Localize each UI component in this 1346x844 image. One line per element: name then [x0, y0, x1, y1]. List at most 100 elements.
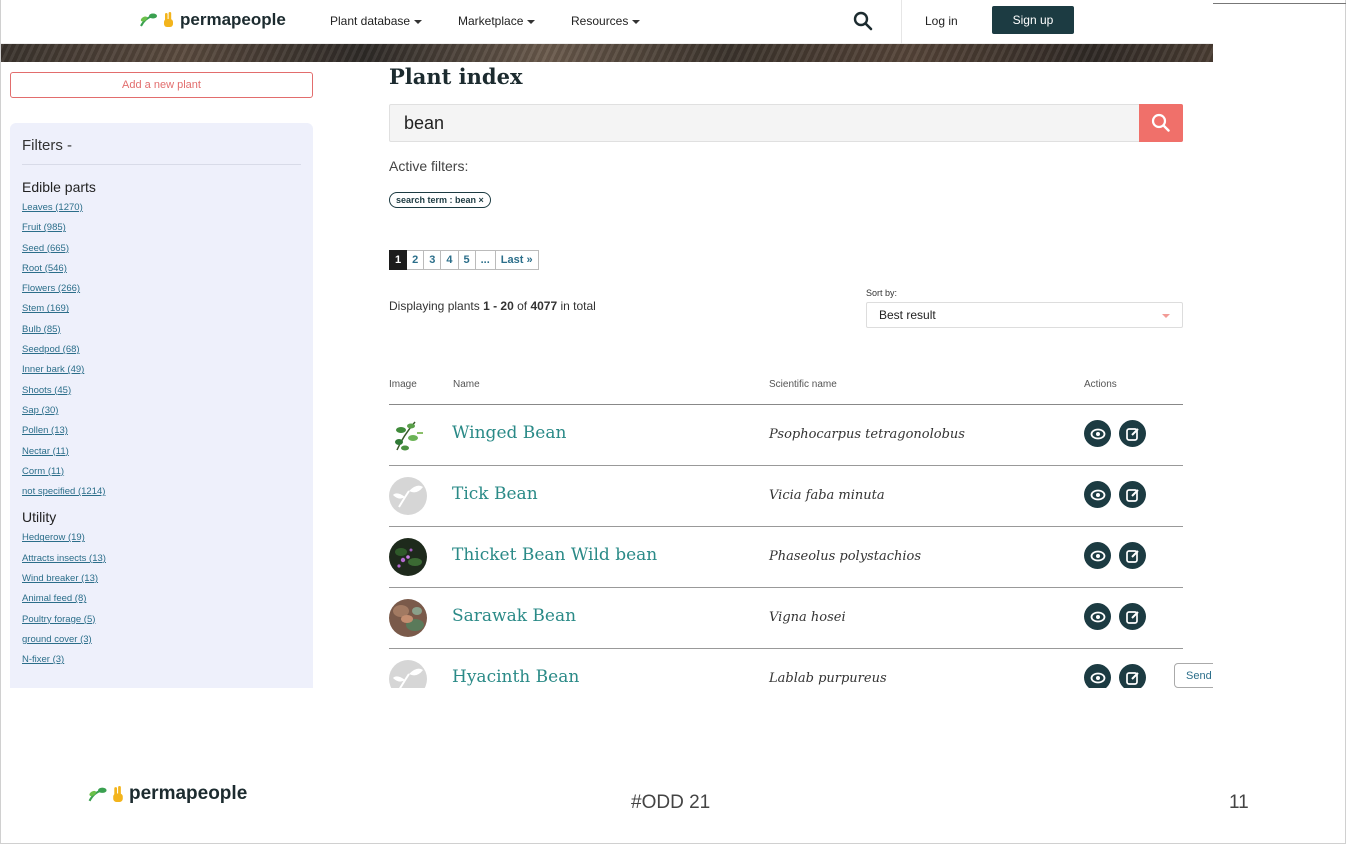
plant-photo-icon — [395, 421, 423, 451]
eye-icon — [1090, 672, 1105, 683]
plant-thumbnail[interactable] — [389, 477, 427, 515]
login-link[interactable]: Log in — [925, 14, 958, 28]
plant-thumbnail[interactable] — [389, 538, 427, 576]
filter-link[interactable]: Corm (11) — [22, 466, 301, 486]
peace-hand-icon — [164, 12, 173, 27]
scientific-name: Vigna hosei — [769, 610, 846, 625]
edit-button[interactable] — [1119, 603, 1146, 630]
chevron-down-icon — [632, 20, 641, 24]
edit-button[interactable] — [1119, 664, 1146, 688]
search-icon[interactable] — [853, 11, 873, 31]
sprout-icon — [88, 787, 107, 801]
table-row: Hyacinth Bean Lablab purpureus — [389, 649, 1183, 688]
page-4[interactable]: 4 — [441, 250, 459, 270]
top-navbar: permapeople Plant database Marketplace R… — [1, 0, 1213, 44]
column-header-name: Name — [453, 379, 480, 390]
filter-link[interactable]: Flowers (266) — [22, 283, 301, 303]
view-button[interactable] — [1084, 664, 1111, 688]
filter-link[interactable]: N-fixer (3) — [22, 654, 301, 674]
column-header-actions: Actions — [1084, 379, 1117, 390]
filter-chip[interactable]: search term : bean × — [389, 192, 491, 208]
search-icon — [1151, 113, 1170, 132]
filter-link[interactable]: Leaves (1270) — [22, 202, 301, 222]
results-total: 4077 — [530, 299, 558, 313]
edit-icon — [1125, 610, 1139, 624]
column-header-image: Image — [389, 379, 417, 390]
page-last[interactable]: Last » — [495, 250, 539, 270]
edit-button[interactable] — [1119, 542, 1146, 569]
filter-link[interactable]: Shoots (45) — [22, 385, 301, 405]
chevron-down-icon — [1162, 314, 1170, 318]
filter-link[interactable]: Root (546) — [22, 263, 301, 283]
filter-link[interactable]: Fruit (985) — [22, 222, 301, 242]
slide-top-rule — [1213, 3, 1346, 4]
filter-link[interactable]: Bulb (85) — [22, 324, 301, 344]
filter-link[interactable]: Seedpod (68) — [22, 344, 301, 364]
nav-plant-database[interactable]: Plant database — [330, 14, 423, 28]
filter-link[interactable]: Poultry forage (5) — [22, 614, 301, 634]
page-2[interactable]: 2 — [407, 250, 425, 270]
plant-name-link[interactable]: Tick Bean — [452, 484, 538, 504]
brand-logo[interactable]: permapeople — [139, 10, 286, 30]
plant-name-link[interactable]: Hyacinth Bean — [452, 667, 579, 687]
plant-name-link[interactable]: Sarawak Bean — [452, 606, 576, 626]
filters-panel: Filters - Edible parts Leaves (1270) Fru… — [10, 123, 313, 688]
view-button[interactable] — [1084, 542, 1111, 569]
filter-link[interactable]: not specified (1214) — [22, 486, 301, 506]
add-plant-button[interactable]: Add a new plant — [10, 72, 313, 98]
nav-label: Plant database — [330, 14, 411, 28]
nav-label: Resources — [571, 14, 629, 28]
footer-brand-logo: permapeople — [87, 783, 247, 805]
filter-link[interactable]: Attracts insects (13) — [22, 553, 301, 573]
edit-button[interactable] — [1119, 420, 1146, 447]
table-row: Tick Bean Vicia faba minuta — [389, 466, 1183, 527]
filter-link[interactable]: ground cover (3) — [22, 634, 301, 654]
sprout-placeholder-icon — [393, 668, 423, 688]
edit-icon — [1125, 427, 1139, 441]
filter-link[interactable]: Pollen (13) — [22, 425, 301, 445]
filter-link[interactable]: Seed (665) — [22, 243, 301, 263]
plant-photo-icon — [393, 605, 424, 631]
page-3[interactable]: 3 — [424, 250, 442, 270]
results-of: of — [513, 299, 531, 313]
active-filters-label: Active filters: — [389, 158, 469, 174]
footer-brand-name: permapeople — [129, 783, 248, 804]
chevron-down-icon — [527, 20, 536, 24]
results-prefix: Displaying plants — [389, 299, 484, 313]
send-feedback-button[interactable]: Send — [1174, 663, 1213, 688]
filter-link[interactable]: Hedgerow (19) — [22, 532, 301, 552]
filter-link[interactable]: Nectar (11) — [22, 446, 301, 466]
plant-thumbnail[interactable] — [389, 599, 427, 637]
filter-link[interactable]: Wind breaker (13) — [22, 573, 301, 593]
filter-link[interactable]: Sap (30) — [22, 405, 301, 425]
search-input[interactable] — [390, 105, 1140, 141]
results-range: 1 - 20 — [483, 299, 514, 313]
page-5[interactable]: 5 — [458, 250, 476, 270]
filters-toggle[interactable]: Filters - — [22, 137, 301, 165]
utility-heading: Utility — [22, 509, 57, 526]
plant-name-link[interactable]: Winged Bean — [452, 423, 566, 443]
plant-name-link[interactable]: Thicket Bean Wild bean — [452, 545, 657, 565]
view-button[interactable] — [1084, 481, 1111, 508]
sprout-icon — [140, 13, 157, 27]
signup-button[interactable]: Sign up — [992, 6, 1074, 34]
page-1[interactable]: 1 — [389, 250, 408, 270]
sort-label: Sort by: — [866, 288, 898, 298]
plant-thumbnail[interactable] — [389, 660, 427, 688]
edit-icon — [1125, 549, 1139, 563]
edit-button[interactable] — [1119, 481, 1146, 508]
filter-link[interactable]: Inner bark (49) — [22, 364, 301, 384]
results-count: Displaying plants 1 - 20 of 4077 in tota… — [389, 299, 596, 313]
page-title: Plant index — [389, 64, 523, 89]
navbar-divider — [901, 0, 902, 44]
sort-select[interactable]: Best result — [866, 302, 1183, 328]
nav-resources[interactable]: Resources — [571, 14, 641, 28]
nav-marketplace[interactable]: Marketplace — [458, 14, 536, 28]
view-button[interactable] — [1084, 603, 1111, 630]
filter-link[interactable]: Stem (169) — [22, 303, 301, 323]
view-button[interactable] — [1084, 420, 1111, 447]
search-button[interactable] — [1139, 104, 1183, 142]
filter-link[interactable]: Animal feed (8) — [22, 593, 301, 613]
plant-thumbnail[interactable] — [389, 416, 427, 454]
scientific-name: Vicia faba minuta — [769, 488, 885, 503]
